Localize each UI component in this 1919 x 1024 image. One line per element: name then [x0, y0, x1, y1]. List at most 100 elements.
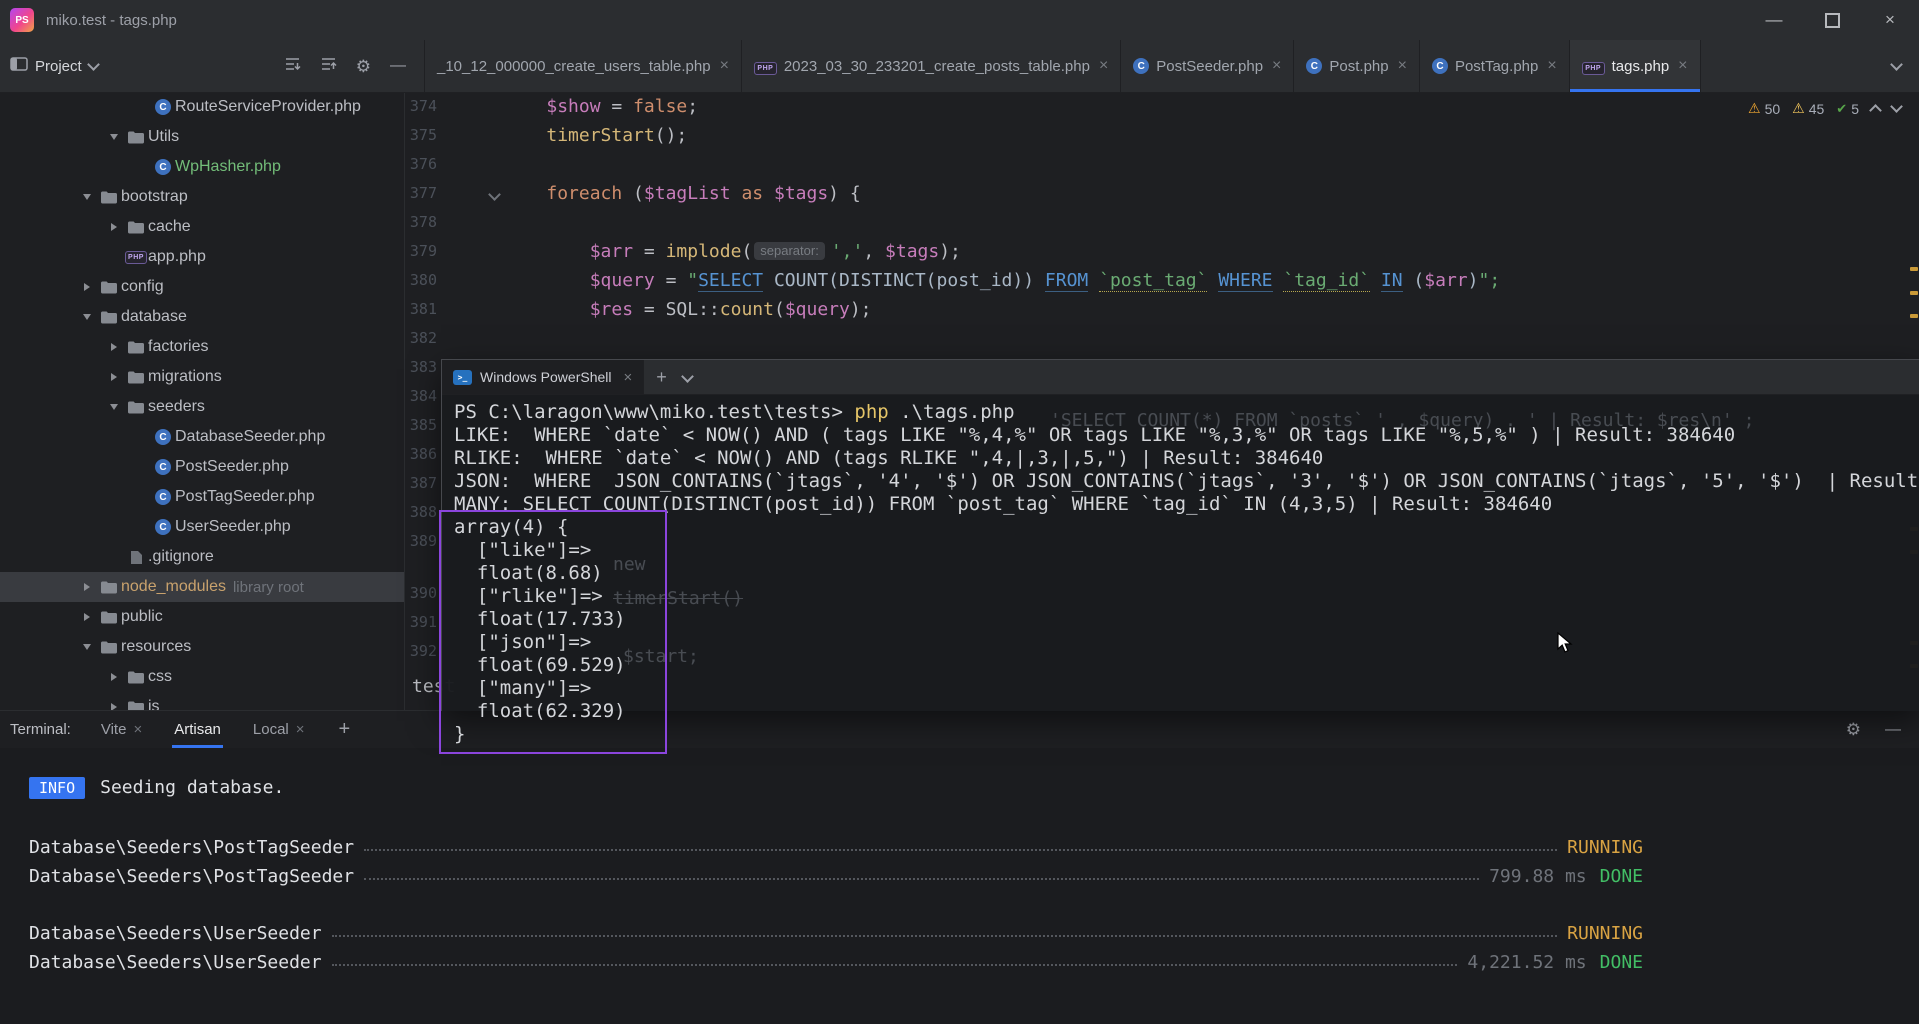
tab-tags.php[interactable]: PHPtags.php×: [1570, 40, 1701, 92]
tree-item[interactable]: Utils: [0, 122, 404, 152]
close-button[interactable]: ×: [1861, 0, 1919, 40]
tree-item[interactable]: CPostSeeder.php: [0, 452, 404, 482]
collapse-all-icon[interactable]: [320, 56, 337, 77]
var-dump-line: ["rlike"]=>: [454, 585, 1919, 608]
chevron-expanded-icon[interactable]: [104, 134, 124, 140]
close-terminal-tab-icon[interactable]: ×: [296, 721, 305, 738]
tree-item[interactable]: css: [0, 662, 404, 692]
tab-PostSeeder.php[interactable]: CPostSeeder.php×: [1121, 40, 1294, 92]
tree-item[interactable]: js: [0, 692, 404, 710]
status-running: RUNNING: [1567, 837, 1643, 858]
code-line: $arr = implode(separator:',', $tags);: [503, 237, 1500, 266]
tree-item[interactable]: bootstrap: [0, 182, 404, 212]
project-panel-header: Project ⚙ —: [0, 40, 425, 92]
new-terminal-button[interactable]: +: [339, 718, 351, 741]
warnings-count[interactable]: ⚠50: [1748, 100, 1780, 117]
tree-item[interactable]: public: [0, 602, 404, 632]
project-selector[interactable]: Project: [35, 58, 82, 75]
console-prompt-line: PS C:\laragon\www\miko.test\tests> php .…: [454, 401, 1919, 424]
chevron-collapsed-icon[interactable]: [104, 223, 124, 231]
tree-item[interactable]: factories: [0, 332, 404, 362]
code-line: [503, 208, 1500, 237]
tree-item[interactable]: CPostTagSeeder.php: [0, 482, 404, 512]
maximize-button[interactable]: [1803, 0, 1861, 40]
weak-warnings-count[interactable]: ⚠45: [1792, 100, 1824, 117]
chevron-expanded-icon[interactable]: [77, 644, 97, 650]
chevron-collapsed-icon[interactable]: [77, 583, 97, 591]
tree-item[interactable]: CDatabaseSeeder.php: [0, 422, 404, 452]
close-tab-icon[interactable]: ×: [1272, 57, 1281, 75]
mouse-cursor: [1556, 632, 1576, 654]
chevron-collapsed-icon[interactable]: [104, 373, 124, 381]
tree-item[interactable]: .gitignore: [0, 542, 404, 572]
close-terminal-tab-icon[interactable]: ×: [133, 721, 142, 738]
terminal-panel-label: Terminal:: [10, 721, 71, 738]
class-icon: C: [151, 99, 175, 115]
powershell-tab-label: Windows PowerShell: [480, 369, 612, 385]
fold-marker-icon[interactable]: [490, 186, 499, 204]
tree-item[interactable]: CWpHasher.php: [0, 152, 404, 182]
chevron-expanded-icon[interactable]: [77, 194, 97, 200]
terminal-tab-artisan[interactable]: Artisan: [172, 711, 223, 748]
tree-item[interactable]: resources: [0, 632, 404, 662]
folder-icon: [124, 370, 148, 384]
new-terminal-session-icon[interactable]: +: [656, 367, 667, 388]
close-tab-icon[interactable]: ×: [1678, 57, 1687, 75]
tree-item[interactable]: PHPapp.php: [0, 242, 404, 272]
terminal-session-options-icon[interactable]: [683, 368, 692, 386]
stripe-mark[interactable]: [1910, 314, 1918, 318]
close-tab-icon[interactable]: ×: [720, 57, 729, 75]
chevron-collapsed-icon[interactable]: [104, 703, 124, 710]
hide-panel-icon[interactable]: —: [390, 57, 406, 75]
terminal-tab-vite[interactable]: Vite×: [99, 711, 144, 748]
close-tab-icon[interactable]: ×: [1398, 57, 1407, 75]
powershell-tab[interactable]: >_ Windows PowerShell ×: [442, 360, 644, 394]
chevron-collapsed-icon[interactable]: [104, 343, 124, 351]
php-icon: PHP: [754, 57, 777, 75]
tree-item[interactable]: CRouteServiceProvider.php: [0, 92, 404, 122]
code-line: timerStart();: [503, 121, 1500, 150]
tree-item[interactable]: config: [0, 272, 404, 302]
next-problem-icon[interactable]: [1890, 100, 1903, 113]
gitignore-icon: [124, 550, 148, 565]
stripe-mark[interactable]: [1910, 291, 1918, 295]
tree-item[interactable]: node_moduleslibrary root: [0, 572, 404, 602]
folder-icon: [124, 220, 148, 234]
close-tab-icon[interactable]: ×: [1547, 57, 1556, 75]
chevron-expanded-icon[interactable]: [77, 314, 97, 320]
tree-item[interactable]: seeders: [0, 392, 404, 422]
tab-PostTag.php[interactable]: CPostTag.php×: [1420, 40, 1570, 92]
tab-_10_12_000000_create_users_table.php[interactable]: _10_12_000000_create_users_table.php×: [425, 40, 742, 92]
window-title: miko.test - tags.php: [46, 12, 177, 29]
floating-terminal-window[interactable]: >_ Windows PowerShell × + PS C:\laragon\…: [441, 359, 1919, 711]
terminal-tab-local[interactable]: Local×: [251, 711, 307, 748]
seeder-row: Database\Seeders\PostTagSeederRUNNING: [29, 829, 1643, 858]
terminal-output[interactable]: INFO Seeding database. Database\Seeders\…: [0, 747, 1919, 1024]
console-output-line: RLIKE: WHERE `date` < NOW() AND (tags RL…: [454, 447, 1919, 470]
tabs-overflow-icon[interactable]: [1873, 40, 1919, 92]
prev-problem-icon[interactable]: [1869, 104, 1882, 117]
minimize-button[interactable]: —: [1745, 0, 1803, 40]
typo-count[interactable]: ✔5: [1836, 101, 1859, 117]
chevron-collapsed-icon[interactable]: [77, 613, 97, 621]
project-panel-icon[interactable]: [10, 56, 28, 77]
tree-item[interactable]: migrations: [0, 362, 404, 392]
tab-2023_03_30_233201_create_posts_table.php[interactable]: PHP2023_03_30_233201_create_posts_table.…: [742, 40, 1121, 92]
tree-item[interactable]: cache: [0, 212, 404, 242]
close-tab-icon[interactable]: ×: [1099, 57, 1108, 75]
expand-all-icon[interactable]: [284, 56, 301, 77]
folder-icon: [97, 580, 121, 594]
chevron-expanded-icon[interactable]: [104, 404, 124, 410]
powershell-console[interactable]: PS C:\laragon\www\miko.test\tests> php .…: [442, 395, 1919, 718]
tree-item[interactable]: CUserSeeder.php: [0, 512, 404, 542]
inspections-widget[interactable]: ⚠50 ⚠45 ✔5: [1748, 100, 1901, 117]
folder-icon: [124, 670, 148, 684]
panel-settings-icon[interactable]: ⚙: [356, 58, 371, 75]
chevron-collapsed-icon[interactable]: [104, 673, 124, 681]
topbar: Project ⚙ — _10_12_000000_create_users_t…: [0, 40, 1919, 93]
tree-item[interactable]: database: [0, 302, 404, 332]
stripe-mark[interactable]: [1910, 267, 1918, 271]
tab-Post.php[interactable]: CPost.php×: [1294, 40, 1420, 92]
chevron-collapsed-icon[interactable]: [77, 283, 97, 291]
close-terminal-tab-icon[interactable]: ×: [624, 369, 633, 386]
